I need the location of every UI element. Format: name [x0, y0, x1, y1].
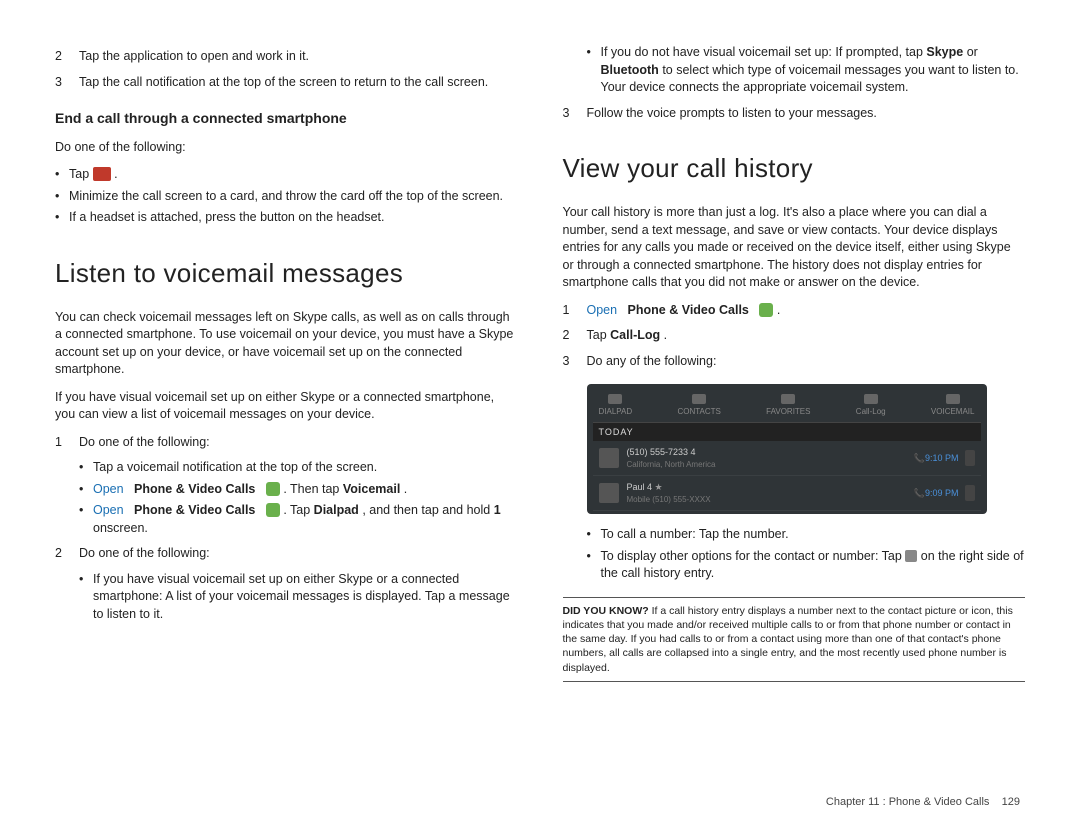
vm-step1-bullet-3: • Open Phone & Video Calls . Tap Dialpad… — [55, 502, 518, 537]
phone-video-icon — [266, 503, 280, 517]
step-2: 2 Tap the application to open and work i… — [55, 48, 518, 66]
hist-step-3: 3 Do any of the following: — [563, 353, 1026, 371]
hist-step-2: 2 Tap Call-Log . — [563, 327, 1026, 345]
phone-video-icon — [266, 482, 280, 496]
vm-step2-bullet-1: • If you have visual voicemail set up on… — [55, 571, 518, 624]
open-link[interactable]: Open — [93, 503, 124, 517]
call-history-heading: View your call history — [563, 150, 1026, 186]
hist-step-1: 1 Open Phone & Video Calls . — [563, 302, 1026, 320]
end-call-bullet-3: • If a headset is attached, press the bu… — [55, 209, 518, 227]
hist-bullet-2: • To display other options for the conta… — [563, 548, 1026, 583]
entry-handle-icon — [965, 485, 975, 501]
today-header: TODAY — [593, 423, 981, 442]
hist-bullet-1: • To call a number: Tap the number. — [563, 526, 1026, 544]
continuation-bullet: • If you do not have visual voicemail se… — [563, 44, 1026, 97]
avatar-icon — [599, 448, 619, 468]
open-link[interactable]: Open — [587, 303, 618, 317]
page-footer: Chapter 11 : Phone & Video Calls 129 — [826, 795, 1020, 810]
call-entry-1: (510) 555-7233 4 California, North Ameri… — [593, 441, 981, 476]
tab-call-log: Call-Log — [856, 394, 886, 417]
open-link[interactable]: Open — [93, 482, 124, 496]
entry-handle-icon — [965, 450, 975, 466]
phone-video-icon — [759, 303, 773, 317]
end-call-bullet-1: • Tap . — [55, 166, 518, 184]
tab-voicemail: VOICEMAIL — [931, 394, 975, 417]
did-you-know-box: DID YOU KNOW? If a call history entry di… — [563, 597, 1026, 682]
tab-favorites: FAVORITES — [766, 394, 810, 417]
tab-dialpad: DIALPAD — [599, 394, 633, 417]
voicemail-heading: Listen to voicemail messages — [55, 255, 518, 291]
step-3-right: 3 Follow the voice prompts to listen to … — [563, 105, 1026, 123]
end-call-bullet-2: • Minimize the call screen to a card, an… — [55, 188, 518, 206]
step-3: 3 Tap the call notification at the top o… — [55, 74, 518, 92]
do-one-of: Do one of the following: — [55, 139, 518, 157]
call-log-screenshot: DIALPAD CONTACTS FAVORITES Call-Log VOIC… — [587, 384, 987, 514]
vm-step-1: 1 Do one of the following: — [55, 434, 518, 452]
end-call-heading: End a call through a connected smartphon… — [55, 109, 518, 129]
voicemail-p1: You can check voicemail messages left on… — [55, 309, 518, 379]
vm-step-2: 2 Do one of the following: — [55, 545, 518, 563]
left-column: 2 Tap the application to open and work i… — [55, 40, 518, 682]
vm-step1-bullet-1: • Tap a voicemail notification at the to… — [55, 459, 518, 477]
history-p1: Your call history is more than just a lo… — [563, 204, 1026, 292]
right-column: • If you do not have visual voicemail se… — [563, 40, 1026, 682]
call-entry-2: Paul 4 ★ Mobile (510) 555-XXXX 📞 9:09 PM — [593, 476, 981, 511]
voicemail-p2: If you have visual voicemail set up on e… — [55, 389, 518, 424]
avatar-icon — [599, 483, 619, 503]
screenshot-tabs: DIALPAD CONTACTS FAVORITES Call-Log VOIC… — [593, 390, 981, 422]
tab-contacts: CONTACTS — [677, 394, 720, 417]
end-call-icon — [93, 167, 111, 181]
handle-icon — [905, 550, 917, 562]
vm-step1-bullet-2: • Open Phone & Video Calls . Then tap Vo… — [55, 481, 518, 499]
dyk-label: DID YOU KNOW? — [563, 605, 649, 617]
